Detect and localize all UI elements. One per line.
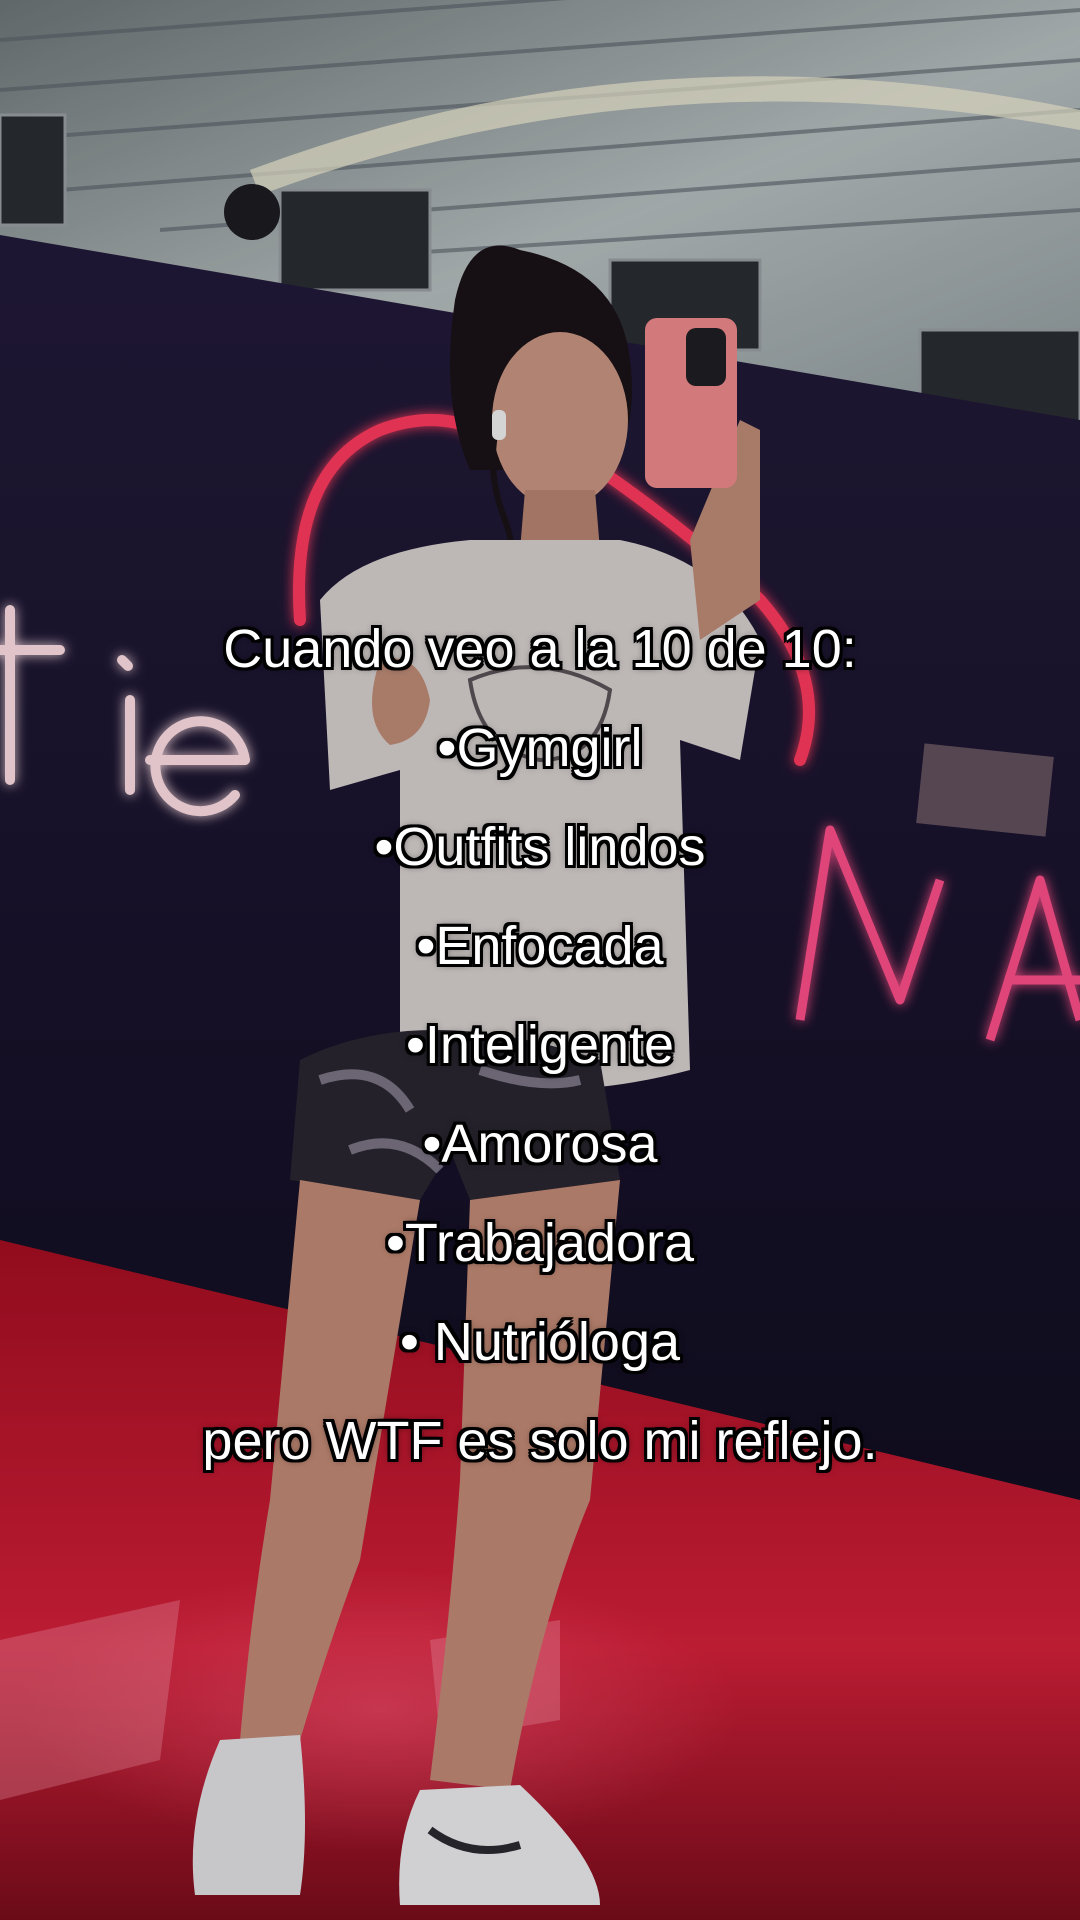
caption-line: •Trabajadora	[385, 1213, 695, 1273]
caption-line: pero WTF es solo mi reflejo.	[202, 1411, 878, 1471]
video-frame: Cuando veo a la 10 de 10: •Gymgirl •Outf…	[0, 0, 1080, 1920]
caption-line: • Nutrióloga	[399, 1312, 681, 1372]
caption-line: •Amorosa	[422, 1114, 658, 1174]
caption-overlay: Cuando veo a la 10 de 10: •Gymgirl •Outf…	[0, 600, 1080, 1491]
caption-line: Cuando veo a la 10 de 10:	[223, 619, 857, 679]
caption-line: •Inteligente	[405, 1015, 675, 1075]
caption-line: •Outfits lindos	[374, 817, 706, 877]
caption-line: •Gymgirl	[437, 718, 643, 778]
caption-line: •Enfocada	[416, 916, 664, 976]
